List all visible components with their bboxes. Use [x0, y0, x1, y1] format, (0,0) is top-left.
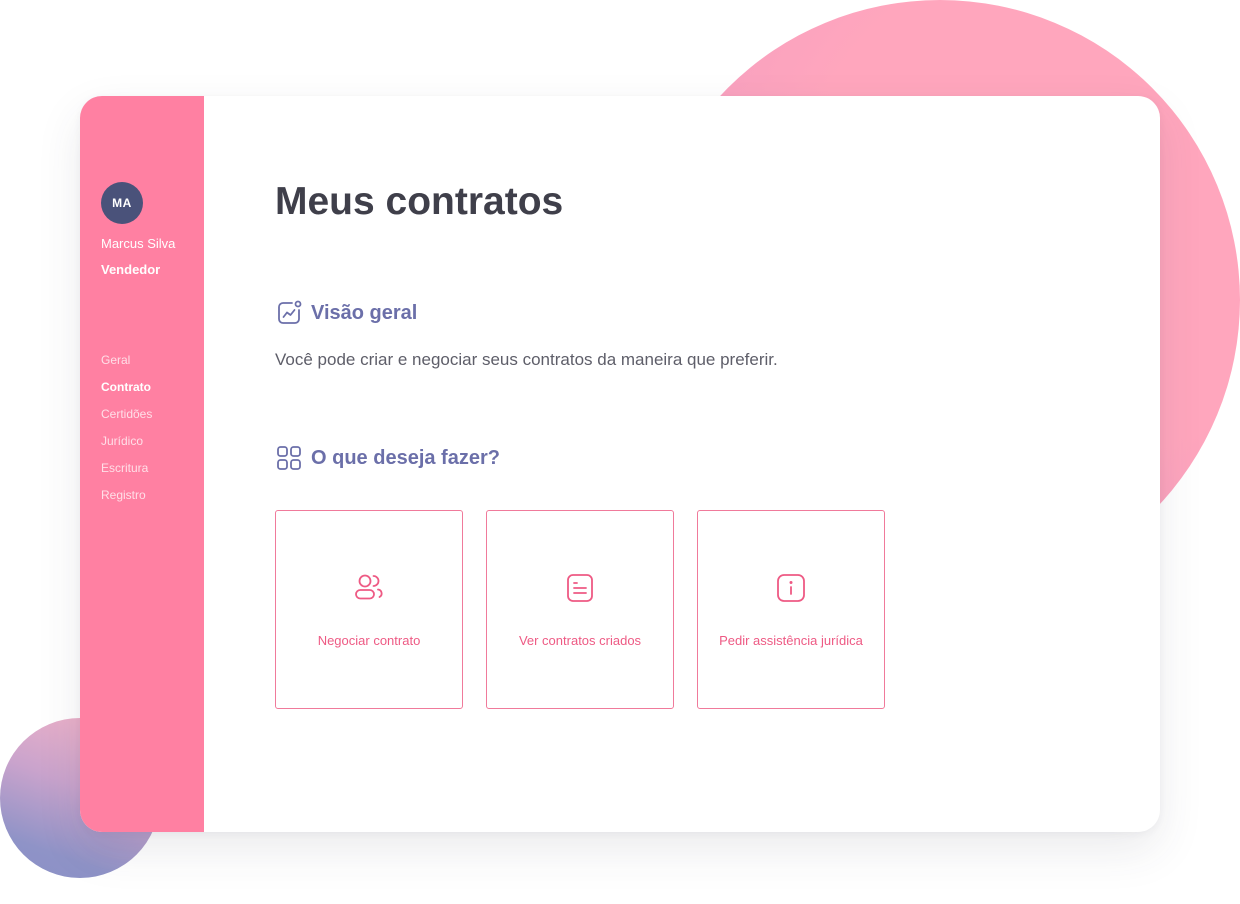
users-icon — [352, 571, 386, 605]
legal-assistance-label: Pedir assistência jurídica — [719, 633, 863, 648]
sidebar-item-escritura[interactable]: Escritura — [101, 461, 152, 488]
sidebar: MA Marcus Silva Vendedor Geral Contrato … — [80, 96, 204, 832]
sidebar-item-contrato[interactable]: Contrato — [101, 380, 152, 407]
action-cards: Negociar contrato Ver contratos criados — [275, 510, 908, 709]
sidebar-item-juridico[interactable]: Jurídico — [101, 434, 152, 461]
document-icon — [563, 571, 597, 605]
chart-icon — [275, 299, 303, 327]
sidebar-nav: Geral Contrato Certidões Jurídico Escrit… — [101, 353, 152, 515]
view-contracts-label: Ver contratos criados — [518, 633, 642, 648]
info-icon — [774, 571, 808, 605]
page-title: Meus contratos — [275, 180, 564, 223]
sidebar-item-certidoes[interactable]: Certidões — [101, 407, 152, 434]
app-window: MA Marcus Silva Vendedor Geral Contrato … — [80, 96, 1160, 832]
main-content: Meus contratos Visão geral Você pode cri… — [204, 96, 1160, 832]
negotiate-contract-label: Negociar contrato — [317, 633, 421, 648]
overview-heading-text: Visão geral — [311, 301, 418, 324]
view-contracts-card[interactable]: Ver contratos criados — [486, 510, 674, 709]
negotiate-contract-card[interactable]: Negociar contrato — [275, 510, 463, 709]
grid-icon — [275, 444, 303, 472]
overview-heading: Visão geral — [275, 299, 417, 327]
overview-description: Você pode criar e negociar seus contrato… — [275, 350, 778, 369]
avatar[interactable]: MA — [101, 182, 143, 224]
actions-heading: O que deseja fazer? — [275, 444, 500, 472]
user-name: Marcus Silva — [101, 236, 176, 251]
actions-heading-text: O que deseja fazer? — [311, 446, 500, 469]
sidebar-item-geral[interactable]: Geral — [101, 353, 152, 380]
user-role: Vendedor — [101, 262, 161, 277]
sidebar-item-registro[interactable]: Registro — [101, 488, 152, 515]
legal-assistance-card[interactable]: Pedir assistência jurídica — [697, 510, 885, 709]
